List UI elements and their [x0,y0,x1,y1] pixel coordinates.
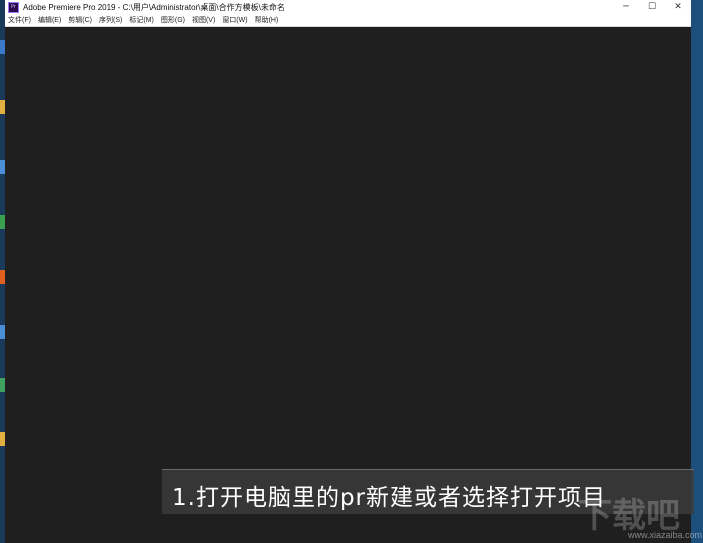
caption-text: 1.打开电脑里的pr新建或者选择打开项目 [172,485,606,511]
window-title: Adobe Premiere Pro 2019 - C:\用户\Administ… [23,2,285,12]
menu-markers[interactable]: 标记(M) [129,15,154,25]
premiere-app-icon: Pr [8,1,19,13]
title-bar[interactable]: Pr Adobe Premiere Pro 2019 - C:\用户\Admin… [5,0,691,14]
watermark: 下载吧 www.xiazaiba.com [578,488,702,543]
menu-file[interactable]: 文件(F) [8,15,31,25]
menu-clip[interactable]: 剪辑(C) [68,15,92,25]
menu-bar: 文件(F) 编辑(E) 剪辑(C) 序列(S) 标记(M) 图形(G) 视图(V… [5,14,691,27]
close-button[interactable]: ✕ [665,0,691,14]
empty-workspace [5,27,691,543]
menu-help[interactable]: 帮助(H) [255,15,279,25]
menu-window[interactable]: 窗口(W) [222,15,247,25]
menu-view[interactable]: 视图(V) [192,15,215,25]
premiere-window: Pr Adobe Premiere Pro 2019 - C:\用户\Admin… [5,0,691,543]
menu-graphics[interactable]: 图形(G) [161,15,185,25]
menu-edit[interactable]: 编辑(E) [38,15,61,25]
desktop-right-strip [690,0,703,543]
minimize-button[interactable]: ─ [613,0,639,14]
watermark-url: www.xiazaiba.com [628,530,703,540]
window-controls: ─ ☐ ✕ [613,0,691,14]
menu-sequence[interactable]: 序列(S) [99,15,122,25]
maximize-button[interactable]: ☐ [639,0,665,14]
